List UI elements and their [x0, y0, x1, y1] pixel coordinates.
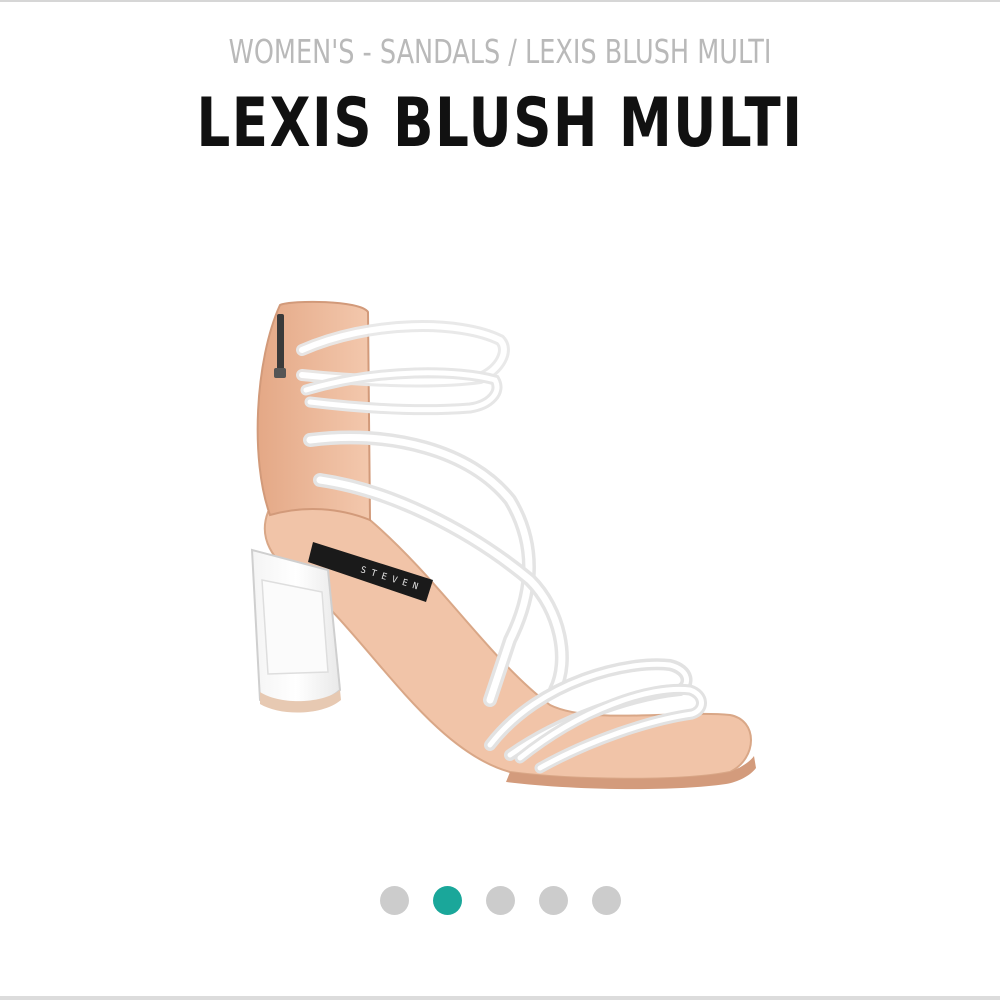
carousel-dot-5[interactable]	[591, 886, 621, 915]
breadcrumb-category-link[interactable]: WOMEN'S - SANDALS	[229, 32, 501, 71]
carousel-dot-2-active[interactable]	[432, 886, 462, 915]
breadcrumb-separator: /	[500, 32, 526, 71]
breadcrumb: WOMEN'S - SANDALS / LEXIS BLUSH MULTI	[70, 32, 930, 71]
carousel-dot-3[interactable]	[485, 886, 515, 915]
top-divider	[0, 0, 1000, 2]
breadcrumb-current: LEXIS BLUSH MULTI	[525, 32, 772, 71]
product-image[interactable]: S T E V E N	[210, 280, 780, 810]
carousel-dot-4[interactable]	[538, 886, 568, 915]
product-title: LEXIS BLUSH MULTI	[196, 84, 804, 163]
bottom-divider	[0, 996, 1000, 1000]
carousel-pagination	[0, 886, 1000, 916]
carousel-dot-1[interactable]	[379, 886, 409, 915]
